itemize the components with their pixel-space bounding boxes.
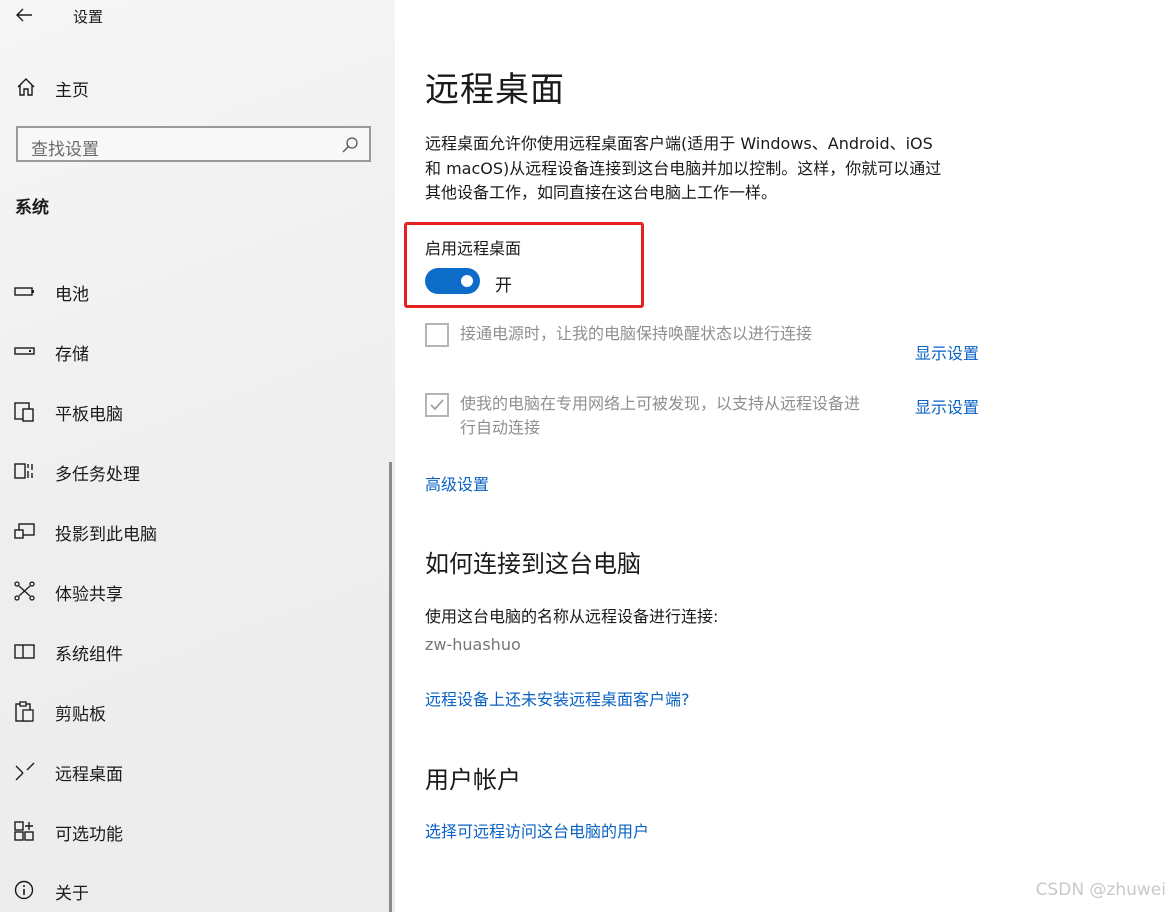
user-accounts-heading: 用户帐户 [425,766,521,794]
sidebar-item-clipboard[interactable]: 剪贴板 [0,691,390,731]
remote-desktop-icon [15,762,35,781]
search-icon [342,137,358,153]
page-description: 远程桌面允许你使用远程桌面客户端(适用于 Windows、Android、iOS… [425,132,995,206]
storage-icon [14,347,35,355]
description-line: 其他设备工作，如同直接在这台电脑上工作一样。 [425,183,778,202]
sidebar: 设置 主页 查找设置 系统 电池 存储 平板电脑 多任务处理 投影到此电脑 体验… [0,0,395,912]
search-placeholder: 查找设置 [31,140,99,160]
page-title: 远程桌面 [425,70,565,110]
keep-awake-text: 接通电源时，让我的电脑保持唤醒状态以进行连接 [460,324,813,343]
connect-instruction: 使用这台电脑的名称从远程设备进行连接: [425,607,719,626]
main-content: 远程桌面 远程桌面允许你使用远程桌面客户端(适用于 Windows、Androi… [395,0,1174,912]
sidebar-item-tablet[interactable]: 平板电脑 [0,391,390,431]
toggle-knob [461,275,473,287]
sidebar-item-shared-experiences[interactable]: 体验共享 [0,571,390,611]
sidebar-item-home[interactable]: 主页 [0,70,395,104]
show-settings-link-1[interactable]: 显示设置 [915,340,979,364]
description-line: 和 macOS)从远程设备连接到这台电脑并加以控制。这样，你就可以通过 [425,158,942,178]
sidebar-item-multitasking[interactable]: 多任务处理 [0,451,390,491]
battery-icon [14,287,34,296]
optional-features-icon [14,821,34,841]
title-bar: 设置 [0,0,395,32]
section-title-system: 系统 [15,198,49,218]
toggle-state-text: 开 [495,276,512,296]
app-title: 设置 [73,8,104,26]
sidebar-item-about[interactable]: 关于 [0,870,390,910]
sidebar-item-label: 多任务处理 [55,465,140,485]
sidebar-scrollbar[interactable] [389,462,392,912]
no-client-link[interactable]: 远程设备上还未安装远程桌面客户端? [425,686,690,710]
sidebar-item-label: 存储 [55,345,89,365]
components-icon [14,644,35,659]
keep-awake-checkbox[interactable] [425,323,449,347]
back-button[interactable] [12,3,38,27]
enable-remote-desktop-label: 启用远程桌面 [425,239,522,258]
sidebar-item-label: 投影到此电脑 [55,525,157,545]
sidebar-item-label: 剪贴板 [55,705,106,725]
home-label: 主页 [55,81,89,101]
multitasking-icon [14,463,33,479]
sidebar-item-label: 平板电脑 [55,405,123,425]
discoverable-text-line: 行自动连接 [460,418,541,437]
discoverable-text-line: 使我的电脑在专用网络上可被发现，以支持从远程设备进 [460,394,861,413]
back-arrow-icon [16,8,32,22]
sidebar-item-label: 系统组件 [55,645,123,665]
watermark: CSDN @zhuwei [1035,880,1166,900]
clipboard-icon [15,701,34,722]
sidebar-item-system-components[interactable]: 系统组件 [0,631,390,671]
sidebar-item-remote-desktop[interactable]: 远程桌面 [0,751,390,791]
enable-remote-desktop-toggle[interactable] [425,268,480,294]
sidebar-item-battery[interactable]: 电池 [0,271,390,311]
sidebar-item-label: 关于 [55,884,89,904]
home-icon [17,78,35,96]
sidebar-item-label: 电池 [55,285,89,305]
pc-name: zw-huashuo [425,635,521,654]
sidebar-item-project[interactable]: 投影到此电脑 [0,511,390,551]
sidebar-item-optional-features[interactable]: 可选功能 [0,811,390,851]
share-icon [14,581,35,601]
sidebar-item-label: 可选功能 [55,825,123,845]
tablet-icon [14,402,34,422]
discoverable-text: 使我的电脑在专用网络上可被发现，以支持从远程设备进 行自动连接 [460,392,860,440]
search-settings-input[interactable]: 查找设置 [16,126,371,162]
info-icon [14,880,34,900]
advanced-settings-link[interactable]: 高级设置 [425,471,489,495]
checkmark-icon [430,399,444,411]
show-settings-link-2[interactable]: 显示设置 [915,394,979,418]
discoverable-checkbox[interactable] [425,393,449,417]
description-line: 远程桌面允许你使用远程桌面客户端(适用于 Windows、Android、iOS [425,134,933,153]
project-icon [14,523,35,539]
sidebar-item-label: 远程桌面 [55,765,123,785]
sidebar-item-storage[interactable]: 存储 [0,331,390,371]
select-users-link[interactable]: 选择可远程访问这台电脑的用户 [425,818,649,842]
how-to-connect-heading: 如何连接到这台电脑 [425,550,641,578]
sidebar-item-label: 体验共享 [55,585,123,605]
